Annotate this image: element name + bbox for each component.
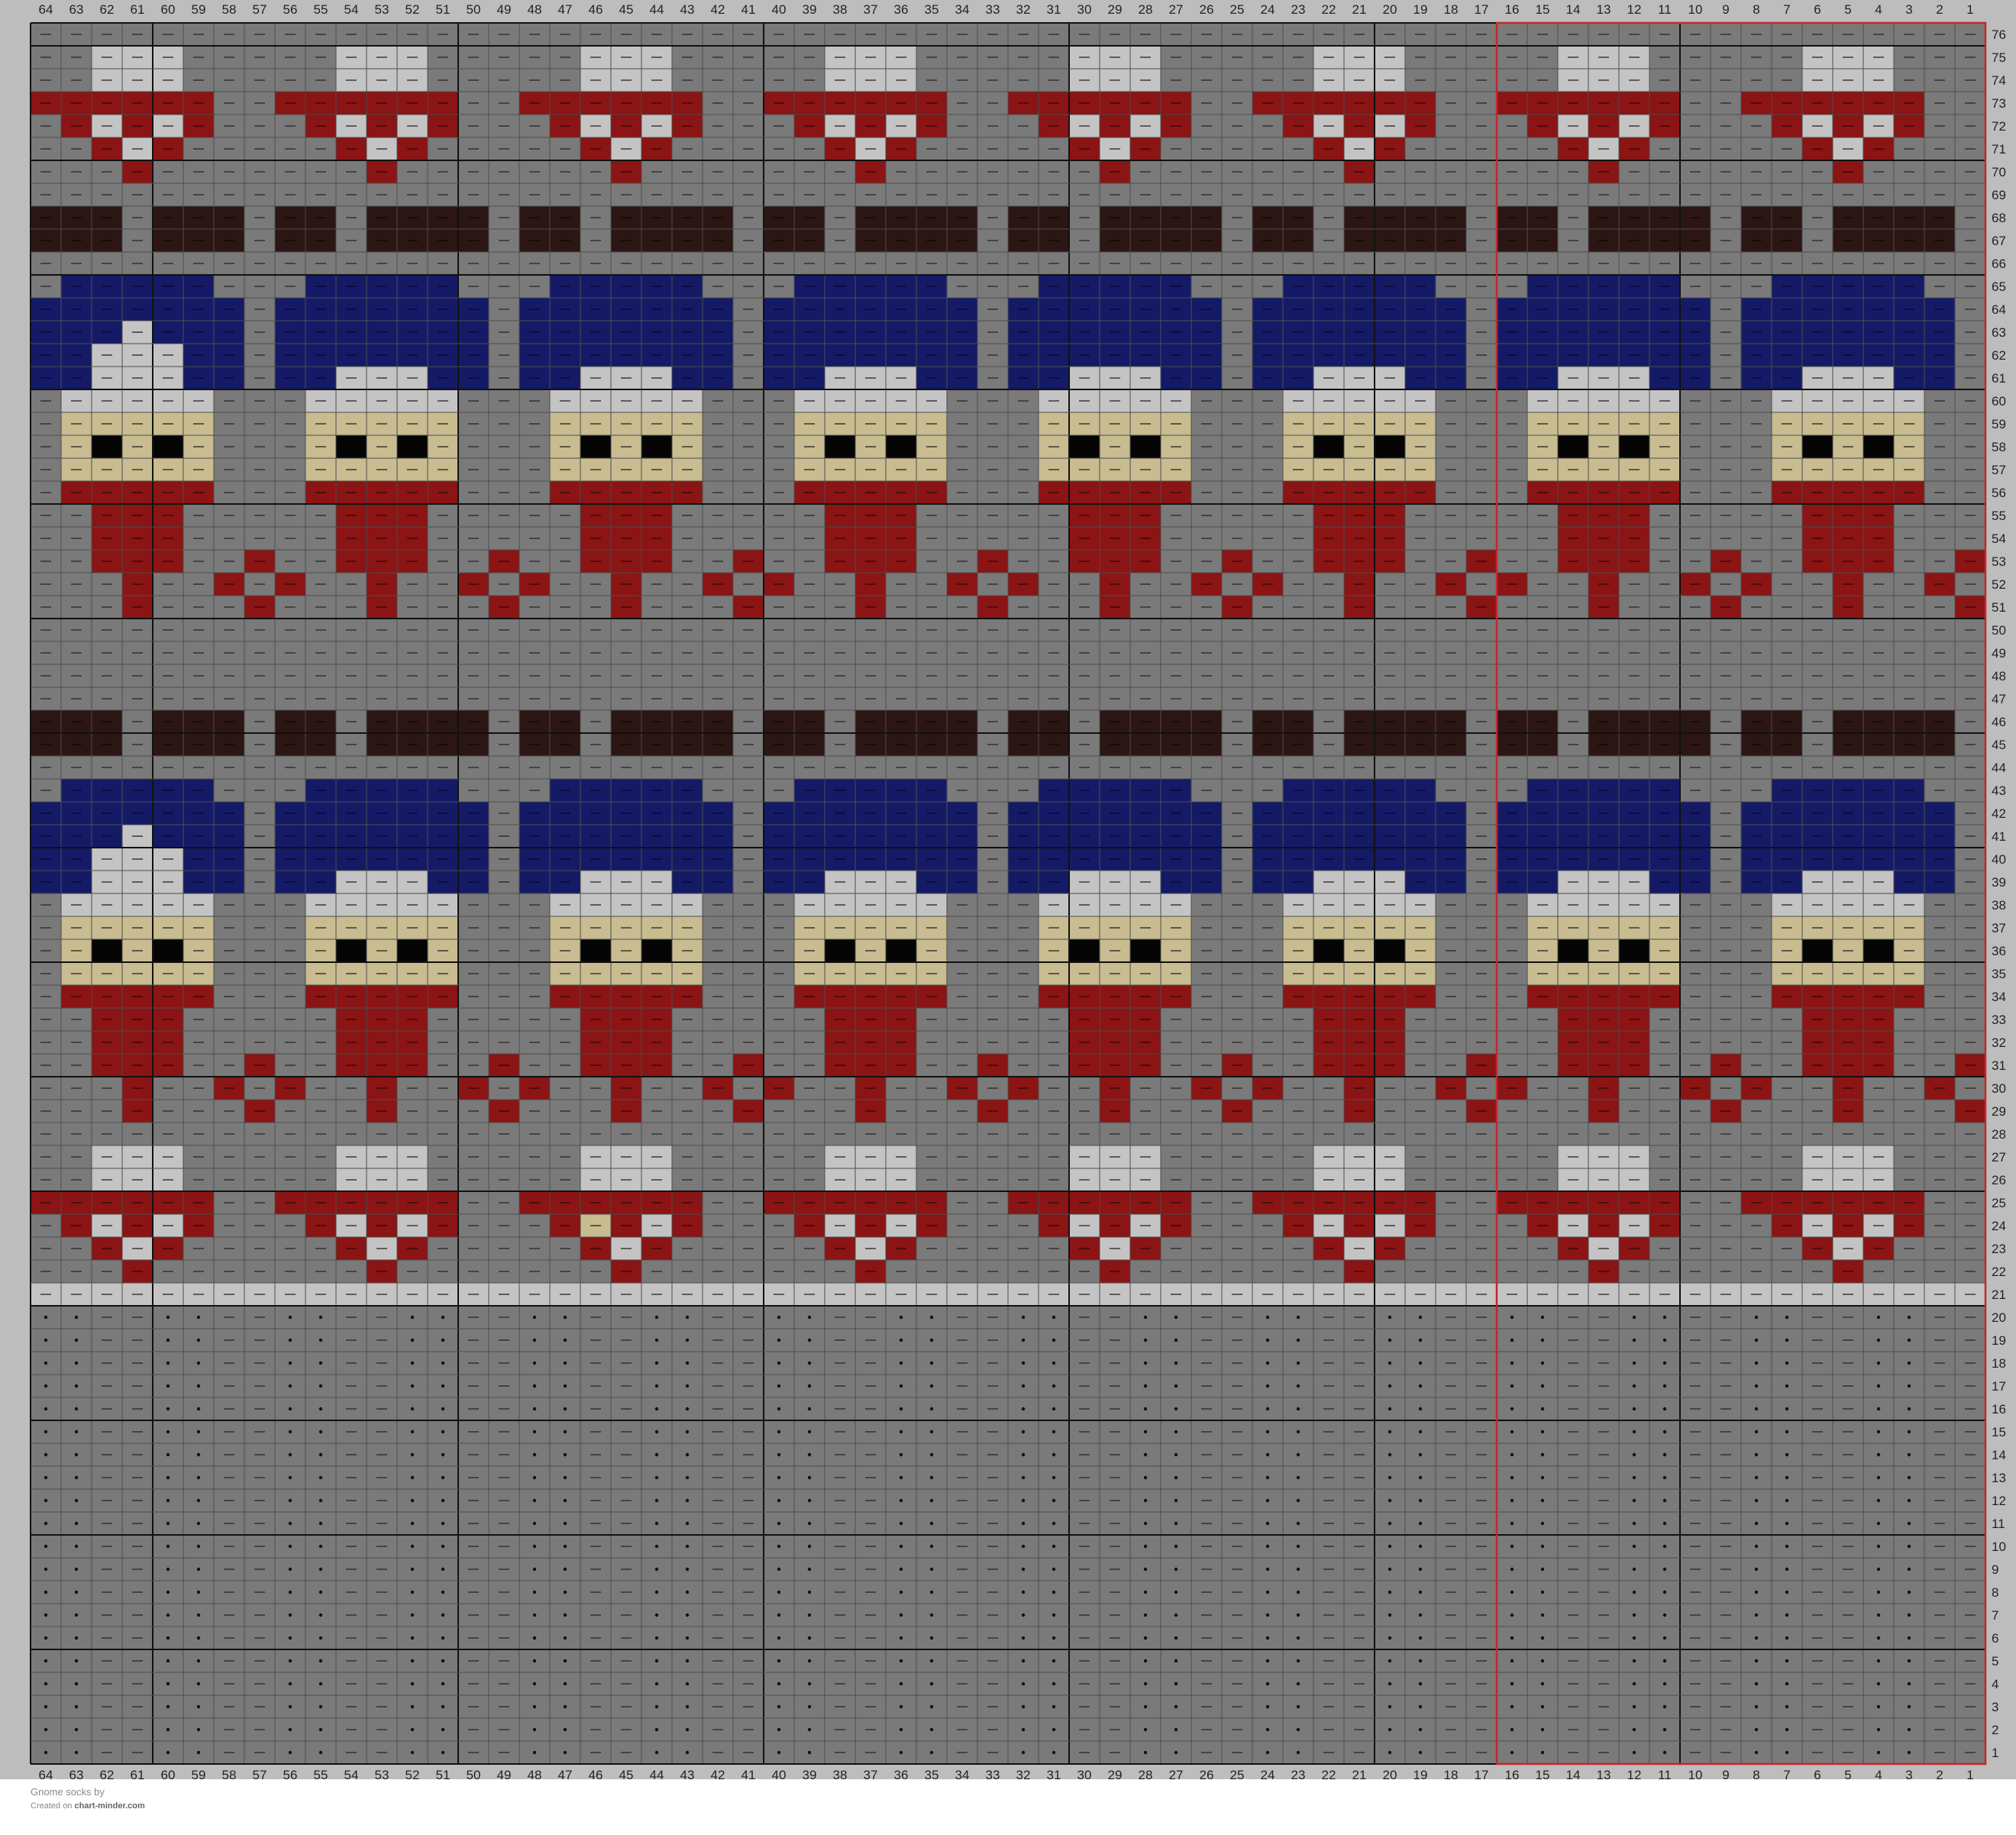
purl-symbol	[777, 1727, 781, 1732]
purl-symbol	[1510, 1750, 1514, 1755]
purl-symbol	[807, 1727, 812, 1732]
purl-symbol	[1754, 1750, 1759, 1755]
purl-symbol	[1662, 1727, 1667, 1732]
purl-symbol	[654, 1727, 659, 1732]
purl-symbol	[74, 1750, 79, 1755]
purl-symbol	[196, 1750, 201, 1755]
purl-symbol	[1388, 1750, 1392, 1755]
purl-symbol	[318, 1727, 323, 1732]
purl-symbol	[1632, 1750, 1636, 1755]
purl-symbol	[1418, 1750, 1423, 1755]
purl-symbol	[318, 1750, 323, 1755]
purl-symbol	[196, 1727, 201, 1732]
purl-symbol	[1662, 1750, 1667, 1755]
purl-symbol	[1907, 1727, 1911, 1732]
purl-symbol	[1296, 1750, 1300, 1755]
purl-symbol	[166, 1750, 170, 1755]
purl-symbol	[1296, 1727, 1300, 1732]
purl-symbol	[1418, 1727, 1423, 1732]
purl-symbol	[899, 1727, 903, 1732]
purl-symbol	[1632, 1727, 1636, 1732]
purl-symbol	[1021, 1727, 1026, 1732]
purl-symbol	[929, 1750, 934, 1755]
purl-symbol	[807, 1750, 812, 1755]
purl-symbol	[1876, 1727, 1881, 1732]
purl-symbol	[1907, 1704, 1911, 1709]
purl-symbol	[899, 1750, 903, 1755]
purl-symbol	[288, 1750, 292, 1755]
purl-symbol	[1021, 1750, 1026, 1755]
purl-symbol	[1265, 1727, 1270, 1732]
purl-symbol	[777, 1750, 781, 1755]
purl-symbol	[929, 1727, 934, 1732]
purl-symbol	[1510, 1727, 1514, 1732]
purl-symbol	[44, 1727, 48, 1732]
purl-symbol	[1785, 1750, 1789, 1755]
purl-symbol	[441, 1750, 445, 1755]
purl-symbol	[1052, 1727, 1056, 1732]
purl-symbol	[563, 1750, 567, 1755]
purl-symbol	[74, 1727, 79, 1732]
purl-symbol	[1174, 1750, 1178, 1755]
purl-symbol	[441, 1727, 445, 1732]
purl-symbol	[410, 1727, 415, 1732]
chart-frame: 1 2 3 4 5 6 7 8 9 10 11 12 13 14 15 16 17 18 19 20 21 22 23 24 2…	[0, 0, 2016, 1779]
purl-symbol	[1143, 1750, 1148, 1755]
purl-symbol	[1143, 1727, 1148, 1732]
purl-symbol	[1785, 1727, 1789, 1732]
knitting-chart: 1234567891011121314151617181920212223242…	[30, 2, 2006, 1779]
purl-symbol	[1754, 1727, 1759, 1732]
purl-symbol	[44, 1750, 48, 1755]
purl-symbol	[1876, 1704, 1881, 1709]
purl-symbol	[1388, 1727, 1392, 1732]
purl-symbol	[1540, 1750, 1545, 1755]
purl-symbol	[166, 1727, 170, 1732]
purl-symbol	[1907, 1750, 1911, 1755]
purl-symbol	[1540, 1727, 1545, 1732]
purl-symbol	[410, 1750, 415, 1755]
purl-symbol	[685, 1750, 690, 1755]
purl-symbol	[654, 1750, 659, 1755]
purl-symbol	[685, 1727, 690, 1732]
purl-symbol	[1052, 1750, 1056, 1755]
purl-symbol	[1265, 1750, 1270, 1755]
purl-symbol	[288, 1727, 292, 1732]
purl-symbol	[1876, 1750, 1881, 1755]
purl-symbol	[563, 1727, 567, 1732]
purl-symbol	[532, 1727, 537, 1732]
purl-symbol	[532, 1750, 537, 1755]
purl-symbol	[1174, 1727, 1178, 1732]
